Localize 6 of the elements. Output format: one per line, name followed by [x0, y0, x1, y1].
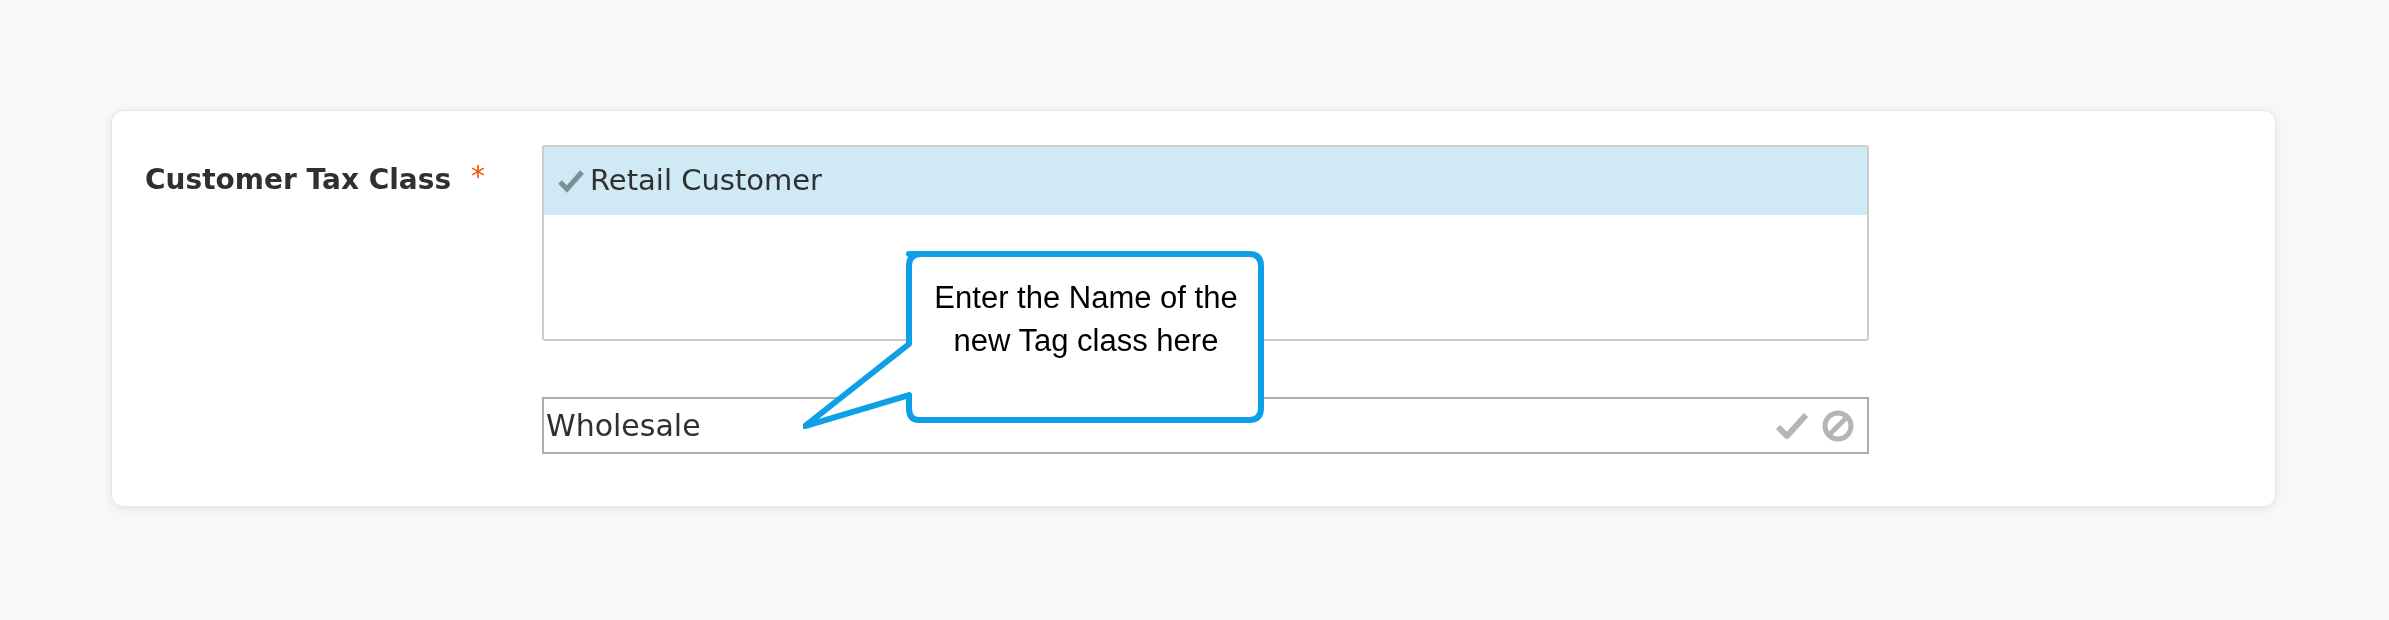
list-option[interactable]: Retail Customer — [544, 147, 1867, 215]
field-label: Customer Tax Class — [145, 162, 452, 198]
cancel-icon[interactable] — [1821, 409, 1855, 443]
check-icon — [558, 169, 584, 193]
required-asterisk: * — [471, 163, 486, 191]
confirm-check-icon[interactable] — [1775, 411, 1809, 441]
